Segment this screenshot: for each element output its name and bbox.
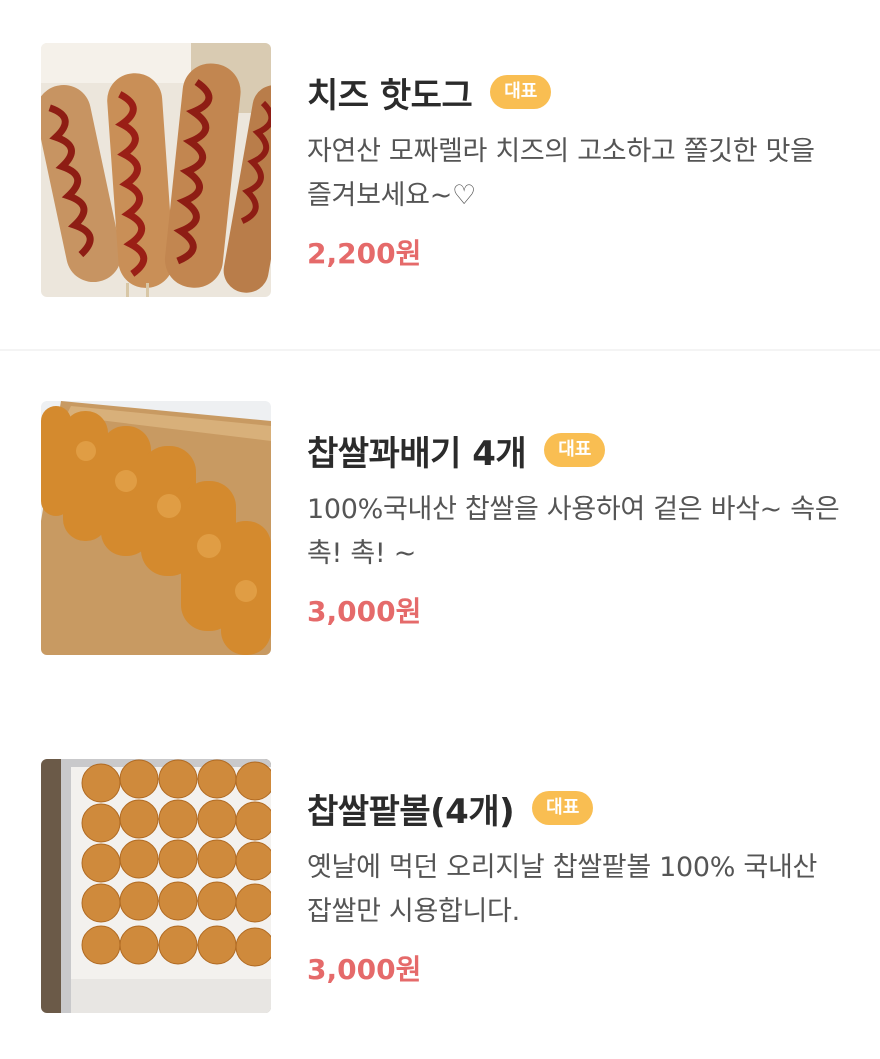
- signature-badge: 대표: [532, 791, 594, 825]
- menu-item-twisted-donut[interactable]: 찹쌀꽈배기 4개 대표 100%국내산 찹쌀을 사용하여 겉은 바삭~ 속은 촉…: [0, 358, 880, 658]
- red-bean-ball-photo[interactable]: [41, 759, 271, 1013]
- menu-item-cheese-hotdog[interactable]: 치즈 핫도그 대표 자연산 모짜렐라 치즈의 고소하고 쫄깃한 맛을 즐겨보세요…: [0, 0, 880, 300]
- menu-item-red-bean-ball[interactable]: 찹쌀팥볼(4개) 대표 옛날에 먹던 오리지날 찹쌀팥볼 100% 국내산 잡쌀…: [0, 716, 880, 1016]
- item-info: 치즈 핫도그 대표 자연산 모짜렐라 치즈의 고소하고 쫄깃한 맛을 즐겨보세요…: [307, 62, 857, 272]
- cheese-hotdog-photo[interactable]: [41, 43, 271, 297]
- item-title[interactable]: 찹쌀팥볼(4개): [307, 784, 515, 833]
- menu-list: 치즈 핫도그 대표 자연산 모짜렐라 치즈의 고소하고 쫄깃한 맛을 즐겨보세요…: [0, 0, 880, 1059]
- twisted-donut-photo[interactable]: [41, 401, 271, 655]
- item-price: 3,000원: [307, 595, 422, 628]
- title-row: 치즈 핫도그 대표: [307, 62, 857, 122]
- item-title[interactable]: 찹쌀꽈배기 4개: [307, 426, 527, 475]
- title-row: 찹쌀꽈배기 4개 대표: [307, 420, 857, 480]
- item-title[interactable]: 치즈 핫도그: [307, 68, 473, 117]
- title-row: 찹쌀팥볼(4개) 대표: [307, 778, 857, 838]
- item-description: 100%국내산 찹쌀을 사용하여 겉은 바삭~ 속은 촉! 촉! ~: [307, 494, 840, 569]
- item-info: 찹쌀팥볼(4개) 대표 옛날에 먹던 오리지날 찹쌀팥볼 100% 국내산 잡쌀…: [307, 778, 857, 988]
- item-description: 옛날에 먹던 오리지날 찹쌀팥볼 100% 국내산 잡쌀만 시용합니다.: [307, 852, 818, 927]
- item-price: 2,200원: [307, 237, 422, 270]
- item-description: 자연산 모짜렐라 치즈의 고소하고 쫄깃한 맛을 즐겨보세요~♡: [307, 136, 815, 211]
- signature-badge: 대표: [544, 433, 606, 467]
- divider: [0, 349, 880, 351]
- signature-badge: 대표: [490, 75, 552, 109]
- item-info: 찹쌀꽈배기 4개 대표 100%국내산 찹쌀을 사용하여 겉은 바삭~ 속은 촉…: [307, 420, 857, 630]
- item-price: 3,000원: [307, 953, 422, 986]
